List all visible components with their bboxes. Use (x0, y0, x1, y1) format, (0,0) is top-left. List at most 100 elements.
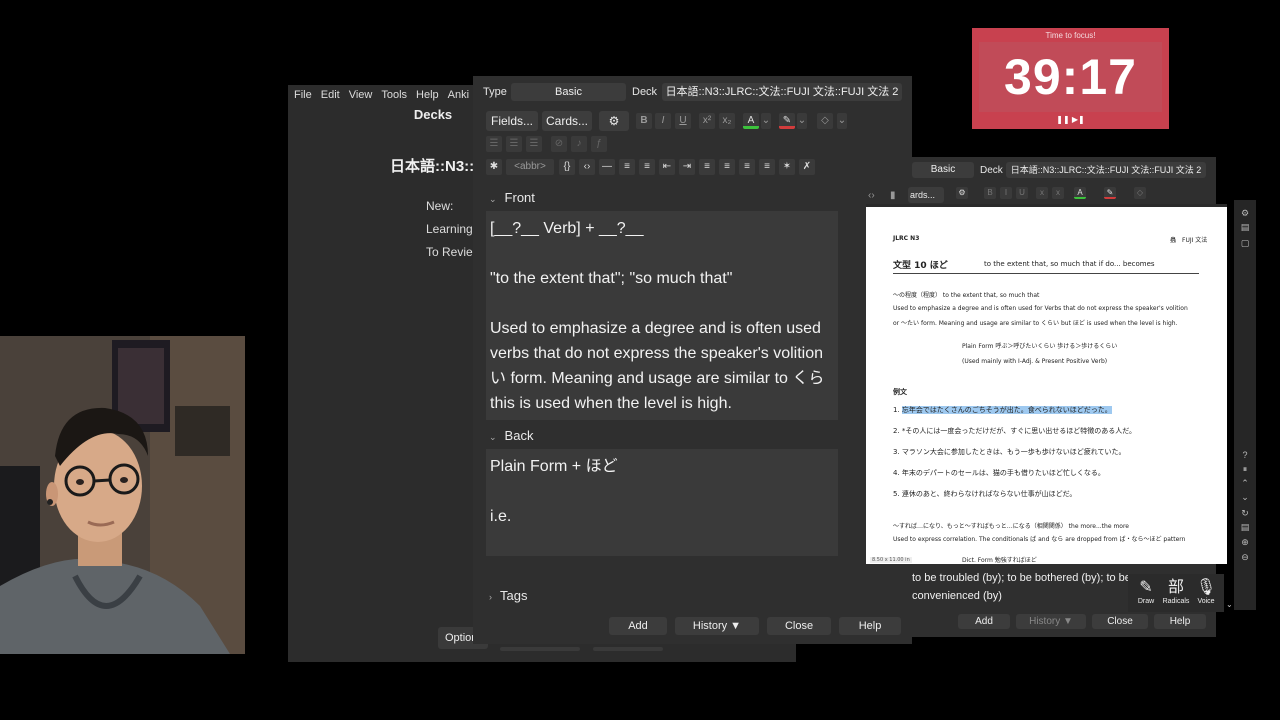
menu-file[interactable]: File (294, 85, 312, 105)
underline-icon[interactable]: U (1016, 187, 1028, 199)
highlight-color-icon[interactable]: ✎ (1104, 187, 1116, 199)
menu-view[interactable]: View (349, 85, 373, 105)
bulleted-list-icon[interactable]: ☰ (486, 136, 502, 152)
chevron-down-icon[interactable]: ⌄ (489, 432, 497, 442)
clear-format-icon[interactable]: ✗ (799, 159, 815, 175)
document-icon[interactable]: ▤ (1240, 522, 1250, 532)
close-button[interactable]: Close (767, 617, 831, 635)
italic-icon[interactable]: I (1000, 187, 1012, 199)
front-field-header[interactable]: ⌄ Front (489, 190, 535, 205)
history-button[interactable]: History ▼ (675, 617, 759, 635)
cards-button[interactable]: ards... (908, 187, 944, 203)
voice-tool[interactable]: 🎙 Voice (1190, 578, 1222, 605)
subscript-icon[interactable]: x₂ (719, 113, 735, 129)
chevron-down-icon[interactable]: ⌄ (837, 113, 847, 129)
note-icon[interactable]: ▤ (1240, 222, 1250, 232)
front-field-editor[interactable]: [__?__ Verb] + __?__ "to the extent that… (486, 211, 838, 420)
menu-anki[interactable]: Anki (448, 85, 469, 105)
settings-icon[interactable]: ⚙ (1240, 208, 1250, 218)
subscript-icon[interactable]: x (1052, 187, 1064, 199)
bold-icon[interactable]: B (636, 113, 652, 129)
gear-icon[interactable]: ⚙ (956, 187, 968, 199)
section1-title: ～の程度（程度） to the extent that, so much tha… (893, 292, 1040, 299)
front-line: [__?__ Verb] + __?__ (490, 220, 644, 237)
radicals-tool[interactable]: 部 Radicals (1160, 578, 1192, 605)
menu-edit[interactable]: Edit (321, 85, 340, 105)
deck-selector[interactable]: 日本語::N3::JLRC::文法::FUJI 文法::FUJI 文法 2 (1006, 162, 1206, 178)
note-type-selector[interactable]: Basic (912, 162, 974, 178)
superscript-icon[interactable]: x² (699, 113, 715, 129)
code-icon[interactable]: ‹› (579, 159, 595, 175)
deck-name[interactable]: 日本語::N3:: (390, 155, 474, 176)
close-button[interactable]: Close (1092, 614, 1148, 629)
align-left-icon[interactable]: ≡ (719, 159, 735, 175)
add-button[interactable]: Add (958, 614, 1010, 629)
magic-icon[interactable]: ✶ (779, 159, 795, 175)
note-type-selector[interactable]: Basic (511, 83, 626, 101)
copy-icon[interactable]: ▢ (1240, 238, 1250, 248)
outdent-icon[interactable]: ⇤ (659, 159, 675, 175)
bold-icon[interactable]: B (984, 187, 996, 199)
braces-icon[interactable]: {} (559, 159, 575, 175)
justify-icon[interactable]: ≡ (759, 159, 775, 175)
timer-controls[interactable]: ❚❚ ▶❚ (972, 115, 1169, 124)
function-icon[interactable]: ƒ (591, 136, 607, 152)
zoom-in-icon[interactable]: ⊕ (1240, 537, 1250, 547)
back-field-text[interactable]: to be troubled (by); to be bothered (by)… (912, 569, 1131, 605)
chevron-right-icon[interactable]: › (489, 592, 492, 602)
back-field-header[interactable]: ⌄ Back (489, 428, 533, 443)
draw-tool[interactable]: ✎ Draw (1130, 578, 1162, 605)
history-button[interactable]: History ▼ (1016, 614, 1086, 629)
gear-icon[interactable]: ⚙ (599, 111, 629, 131)
numbered-list-icon[interactable]: ☰ (506, 136, 522, 152)
fields-button[interactable]: Fields... (486, 111, 538, 131)
example-5: 5. 連休のあと、終わらなければならない仕事が山ほどだ。 (893, 490, 1077, 498)
chevron-down-icon[interactable]: ⌄ (797, 113, 807, 129)
front-line: "to the extent that"; "so much that" (490, 270, 733, 287)
back-line: Plain Form + ほど (490, 458, 618, 475)
pin-icon[interactable]: ▮ (890, 190, 896, 201)
webcam-image (0, 336, 245, 654)
tags-header[interactable]: › Tags (489, 588, 527, 603)
microphone-icon[interactable]: ♪ (571, 136, 587, 152)
abbr-button[interactable]: <abbr> (506, 159, 554, 175)
align-icon[interactable]: ☰ (526, 136, 542, 152)
down-icon[interactable]: ⌄ (1240, 492, 1250, 502)
superscript-icon[interactable]: x (1036, 187, 1048, 199)
text-color-icon[interactable]: A (1074, 187, 1086, 199)
eraser-icon[interactable]: ◇ (1134, 187, 1146, 199)
refresh-icon[interactable]: ↻ (1240, 508, 1250, 518)
menu-help[interactable]: Help (416, 85, 439, 105)
underline-icon[interactable]: U (675, 113, 691, 129)
help-button[interactable]: Help (839, 617, 901, 635)
eraser-icon[interactable]: ◇ (817, 113, 833, 129)
menu-bar: File Edit View Tools Help Anki (288, 85, 478, 105)
align-right-icon[interactable]: ≡ (739, 159, 755, 175)
cloze-icon[interactable]: ✱ (486, 159, 502, 175)
chevron-down-icon[interactable]: ⌄ (761, 113, 771, 129)
add-button[interactable]: Add (609, 617, 667, 635)
menu-tools[interactable]: Tools (381, 85, 407, 105)
ordered-list-icon[interactable]: ≡ (639, 159, 655, 175)
chevron-down-icon[interactable]: ⌄ (1226, 600, 1233, 609)
zoom-out-icon[interactable]: ⊖ (1240, 552, 1250, 562)
align-center-icon[interactable]: ≡ (699, 159, 715, 175)
back-field-editor[interactable]: Plain Form + ほど i.e. (486, 449, 838, 556)
highlight-color-icon[interactable]: ✎ (779, 113, 795, 129)
help-button[interactable]: Help (1154, 614, 1206, 629)
indent-icon[interactable]: ⇥ (679, 159, 695, 175)
pause-icon[interactable]: ⏸ (1240, 464, 1250, 474)
help-icon[interactable]: ? (1240, 450, 1250, 460)
attach-icon[interactable]: ⊘ (551, 136, 567, 152)
cards-button[interactable]: Cards... (542, 111, 592, 131)
highlighted-example[interactable]: 忘年会ではたくさんのごちそうが出た。食べられないほどだった。 (901, 406, 1112, 414)
deck-selector[interactable]: 日本語::N3::JLRC::文法::FUJI 文法::FUJI 文法 2 (662, 83, 902, 101)
code-toggle-icon[interactable]: ‹› (868, 190, 875, 201)
list-icon[interactable]: ≡ (619, 159, 635, 175)
text-color-icon[interactable]: A (743, 113, 759, 129)
reference-pdf-page[interactable]: JLRC N3 蟲 FUJI 文法 文型 10 ほど to the extent… (866, 204, 1227, 564)
chevron-down-icon[interactable]: ⌄ (489, 194, 497, 204)
up-icon[interactable]: ⌃ (1240, 478, 1250, 488)
italic-icon[interactable]: I (655, 113, 671, 129)
horizontal-rule-icon[interactable]: — (599, 159, 615, 175)
